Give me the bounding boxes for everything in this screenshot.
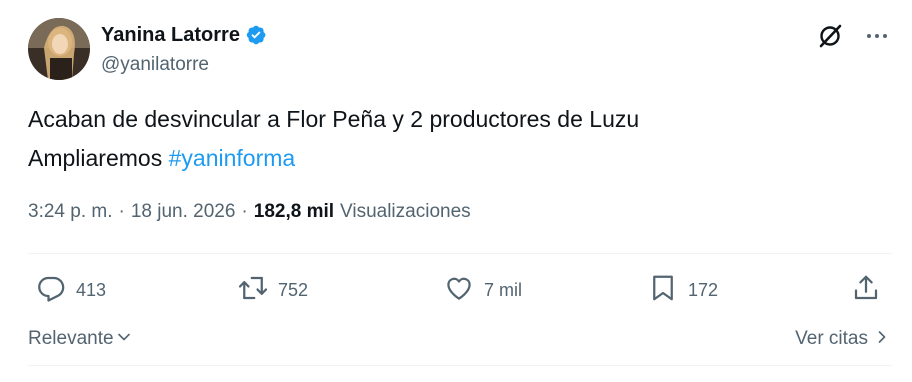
chevron-down-icon <box>114 326 132 351</box>
tweet-time[interactable]: 3:24 p. m. <box>28 201 113 223</box>
tweet-meta: 3:24 p. m. · 18 jun. 2026 · 182,8 mil Vi… <box>28 201 471 223</box>
verified-badge-icon <box>245 24 267 46</box>
view-quotes-label: Ver citas <box>795 327 868 349</box>
share-icon <box>851 273 881 308</box>
reply-icon <box>36 273 66 308</box>
bookmark-button[interactable]: 172 <box>648 268 718 312</box>
tweet-text: Acaban de desvincular a Flor Peña y 2 pr… <box>28 100 888 178</box>
more-options-icon[interactable] <box>864 23 890 49</box>
reply-button[interactable]: 413 <box>36 268 106 312</box>
user-handle[interactable]: @yanilatorre <box>101 54 267 76</box>
avatar[interactable] <box>28 18 90 80</box>
like-count: 7 mil <box>484 279 523 300</box>
retweet-count: 752 <box>278 279 309 300</box>
hashtag-link[interactable]: #yaninforma <box>169 145 296 171</box>
grok-icon[interactable] <box>816 22 844 50</box>
tweet-line-1: Acaban de desvincular a Flor Peña y 2 pr… <box>28 106 640 132</box>
action-bar: 413 752 7 mil 172 <box>28 268 892 312</box>
view-quotes-link[interactable]: Ver citas <box>795 327 890 351</box>
retweet-button[interactable]: 752 <box>238 268 308 312</box>
divider <box>28 253 892 254</box>
share-button[interactable] <box>851 268 881 312</box>
views-count: 182,8 mil <box>253 201 335 222</box>
meta-separator: · <box>241 201 248 222</box>
tweet-line-2: Ampliaremos #yaninforma <box>28 139 888 178</box>
tweet-date[interactable]: 18 jun. 2026 <box>131 201 236 223</box>
heart-icon <box>444 273 474 308</box>
bookmark-count: 172 <box>688 279 719 300</box>
meta-separator: · <box>118 201 125 222</box>
chevron-right-icon <box>868 327 890 351</box>
tweet-line-2-text: Ampliaremos <box>28 145 169 171</box>
sort-dropdown[interactable]: Relevante <box>28 326 132 351</box>
views-label: Visualizaciones <box>340 201 471 222</box>
display-name[interactable]: Yanina Latorre <box>101 24 240 47</box>
sort-label: Relevante <box>28 327 114 349</box>
divider <box>28 365 892 366</box>
retweet-icon <box>238 273 268 308</box>
bookmark-icon <box>648 273 678 308</box>
reply-count: 413 <box>76 279 107 300</box>
like-button[interactable]: 7 mil <box>444 268 522 312</box>
